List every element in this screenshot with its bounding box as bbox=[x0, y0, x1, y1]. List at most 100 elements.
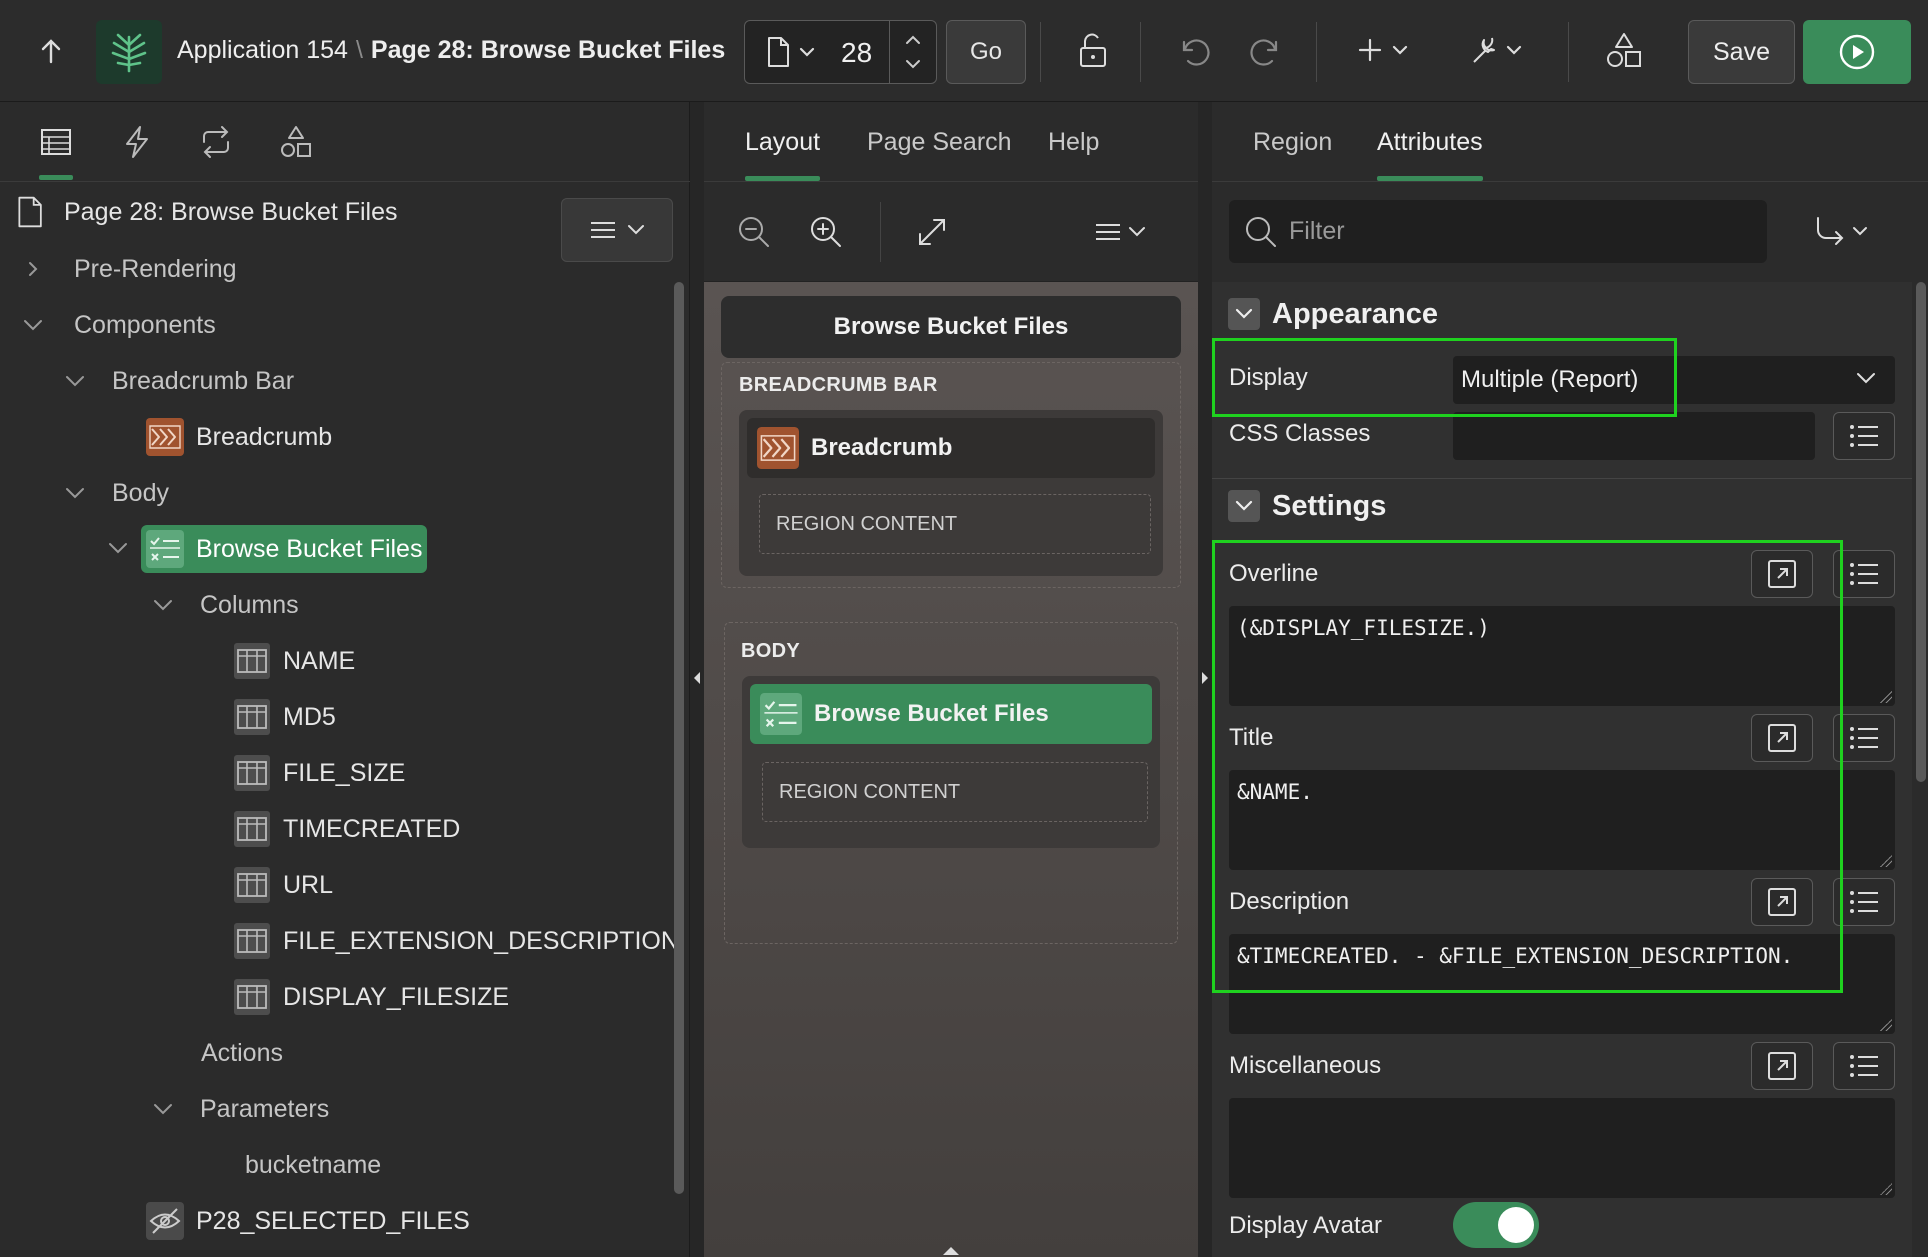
zoom-out-icon[interactable] bbox=[736, 214, 772, 250]
app-name-link[interactable]: Application 154 bbox=[177, 36, 348, 64]
tab-dynamic-actions[interactable] bbox=[107, 124, 167, 180]
miscellaneous-code-editor-button[interactable] bbox=[1751, 1042, 1813, 1090]
display-select[interactable]: Multiple (Report) bbox=[1453, 356, 1895, 404]
region-content-dropzone[interactable]: REGION CONTENT bbox=[762, 762, 1148, 822]
middle-panel-tabs: Layout Page Search Help bbox=[704, 102, 1198, 182]
tree-label: Body bbox=[112, 478, 169, 507]
tree-column-item[interactable]: FILE_EXTENSION_DESCRIPTION bbox=[233, 921, 679, 961]
expand-icon[interactable] bbox=[914, 214, 950, 250]
breadcrumb-component-header[interactable]: Breadcrumb bbox=[747, 418, 1155, 478]
create-menu-icon[interactable] bbox=[1356, 30, 1416, 70]
tab-attributes[interactable]: Attributes bbox=[1377, 128, 1483, 181]
browse-bucket-files-header[interactable]: Browse Bucket Files bbox=[750, 684, 1152, 744]
undo-icon[interactable] bbox=[1174, 30, 1214, 70]
open-editor-icon bbox=[1768, 560, 1796, 588]
tab-rendering[interactable] bbox=[26, 124, 86, 180]
rendering-tree-panel: Page 28: Browse Bucket Files Pre-Renderi… bbox=[0, 102, 690, 1257]
chevron-down-icon bbox=[1857, 373, 1875, 384]
utilities-wrench-icon[interactable] bbox=[1466, 30, 1530, 70]
run-page-button[interactable] bbox=[1803, 20, 1911, 84]
tree-scrollbar[interactable] bbox=[674, 282, 684, 1194]
title-input[interactable]: &NAME. bbox=[1229, 770, 1895, 870]
tree-region-browse-bucket-files[interactable]: Browse Bucket Files bbox=[146, 529, 422, 569]
tree-column-item[interactable]: MD5 bbox=[233, 697, 336, 737]
tree-column-item[interactable]: FILE_SIZE bbox=[233, 753, 405, 793]
filter-input[interactable] bbox=[1289, 200, 1759, 263]
chevron-down-icon[interactable] bbox=[107, 539, 129, 557]
right-splitter[interactable] bbox=[1198, 102, 1212, 1257]
page-name: Page 28: Browse Bucket Files bbox=[370, 36, 726, 64]
tree-label: Breadcrumb Bar bbox=[112, 366, 295, 395]
page-stepper[interactable] bbox=[900, 29, 926, 75]
miscellaneous-label: Miscellaneous bbox=[1229, 1052, 1382, 1079]
redo-icon[interactable] bbox=[1246, 30, 1286, 70]
unlock-icon[interactable] bbox=[1072, 30, 1112, 70]
title-list-button[interactable] bbox=[1833, 714, 1895, 762]
description-code-editor-button[interactable] bbox=[1751, 878, 1813, 926]
chevron-down-icon bbox=[66, 488, 84, 499]
tab-help[interactable]: Help bbox=[1048, 128, 1099, 157]
search-icon bbox=[1246, 217, 1276, 247]
page-number-input[interactable]: 28 bbox=[841, 37, 872, 69]
display-avatar-toggle[interactable] bbox=[1453, 1202, 1539, 1248]
tab-shared-components[interactable] bbox=[266, 124, 326, 180]
overline-input[interactable]: (&DISPLAY_FILESIZE.) bbox=[1229, 606, 1895, 706]
tree-breadcrumb[interactable]: Breadcrumb bbox=[146, 417, 332, 457]
overline-code-editor-button[interactable] bbox=[1751, 550, 1813, 598]
breadcrumb-component-card[interactable]: Breadcrumb REGION CONTENT bbox=[739, 410, 1163, 576]
go-button[interactable]: Go bbox=[946, 20, 1026, 84]
miscellaneous-input[interactable] bbox=[1229, 1098, 1895, 1198]
tree-column-item[interactable]: NAME bbox=[233, 641, 355, 681]
tab-region[interactable]: Region bbox=[1253, 128, 1332, 157]
tree-body[interactable]: Body bbox=[64, 473, 169, 513]
collapse-toggle-icon[interactable] bbox=[1228, 490, 1260, 522]
hidden-item-icon bbox=[146, 1202, 184, 1240]
description-list-button[interactable] bbox=[1833, 878, 1895, 926]
title-code-editor-button[interactable] bbox=[1751, 714, 1813, 762]
tree-breadcrumb-bar[interactable]: Breadcrumb Bar bbox=[64, 361, 294, 401]
canvas-page-header[interactable]: Browse Bucket Files bbox=[721, 296, 1181, 358]
appearance-section-header[interactable]: Appearance bbox=[1228, 294, 1438, 334]
tree-pre-rendering[interactable]: Pre-Rendering bbox=[24, 249, 237, 289]
go-to-group-button[interactable] bbox=[1812, 214, 1872, 250]
page-selector[interactable]: 28 bbox=[744, 20, 937, 84]
tab-processing[interactable] bbox=[186, 124, 246, 180]
toolbar-divider bbox=[880, 202, 881, 262]
tree-column-item[interactable]: URL bbox=[233, 865, 333, 905]
tree-hidden-item[interactable]: P28_SELECTED_FILES bbox=[146, 1201, 470, 1241]
tree-label: MD5 bbox=[283, 702, 336, 731]
left-splitter[interactable] bbox=[690, 102, 704, 1257]
css-classes-list-button[interactable] bbox=[1833, 412, 1895, 460]
settings-section-header[interactable]: Settings bbox=[1228, 486, 1386, 526]
tree-page-node[interactable]: Page 28: Browse Bucket Files bbox=[14, 192, 398, 232]
tree-columns[interactable]: Columns bbox=[152, 585, 299, 625]
shared-components-icon[interactable] bbox=[1604, 30, 1644, 70]
tree-parameters[interactable]: Parameters bbox=[152, 1089, 329, 1129]
tab-page-search[interactable]: Page Search bbox=[867, 128, 1012, 157]
region-content-dropzone[interactable]: REGION CONTENT bbox=[759, 494, 1151, 554]
app-logo-icon[interactable] bbox=[96, 20, 162, 84]
tree-actions[interactable]: Actions bbox=[201, 1033, 283, 1073]
rendering-icon bbox=[41, 129, 71, 155]
properties-scrollbar[interactable] bbox=[1916, 282, 1926, 782]
layout-menu-button[interactable] bbox=[1094, 218, 1154, 248]
tree-menu-button[interactable] bbox=[561, 198, 673, 262]
tree-param-bucketname[interactable]: bucketname bbox=[245, 1145, 381, 1185]
shared-components-icon bbox=[281, 126, 311, 157]
page-icon[interactable] bbox=[761, 35, 825, 69]
miscellaneous-list-button[interactable] bbox=[1833, 1042, 1895, 1090]
collapse-toggle-icon[interactable] bbox=[1228, 298, 1260, 330]
tree-column-item[interactable]: DISPLAY_FILESIZE bbox=[233, 977, 509, 1017]
tab-layout[interactable]: Layout bbox=[745, 128, 821, 181]
save-button[interactable]: Save bbox=[1688, 20, 1795, 84]
overline-list-button[interactable] bbox=[1833, 550, 1895, 598]
tree-components[interactable]: Components bbox=[22, 305, 216, 345]
description-input[interactable]: &TIMECREATED. - &FILE_EXTENSION_DESCRIPT… bbox=[1229, 934, 1895, 1034]
tree-label: DISPLAY_FILESIZE bbox=[283, 982, 510, 1011]
up-arrow-icon[interactable] bbox=[34, 34, 68, 68]
tree-label: Pre-Rendering bbox=[74, 254, 237, 283]
zoom-in-icon[interactable] bbox=[808, 214, 844, 250]
tree-column-item[interactable]: TIMECREATED bbox=[233, 809, 460, 849]
css-classes-input[interactable] bbox=[1453, 412, 1815, 460]
browse-bucket-files-card[interactable]: Browse Bucket Files REGION CONTENT bbox=[742, 676, 1160, 848]
